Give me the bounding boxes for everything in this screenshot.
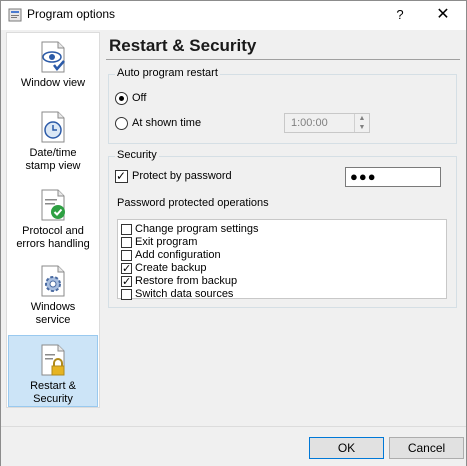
sidebar-item-label: Protocol and errors handling [16, 225, 90, 250]
protected-operations-label: Password protected operations [117, 197, 269, 209]
service-gear-icon [41, 265, 65, 297]
window-title: Program options [27, 7, 116, 21]
options-sidebar: Window view Date/time stamp view Protoco… [6, 32, 100, 408]
restart-off-radio[interactable] [115, 92, 128, 105]
checkmark-icon: ✓ [116, 169, 127, 183]
sidebar-item-label: Window view [20, 77, 86, 89]
password-field[interactable]: ●●● [345, 167, 441, 187]
operation-label: Create backup [135, 262, 207, 274]
security-group-label: Security [115, 149, 159, 161]
operation-label: Change program settings [135, 223, 259, 235]
app-icon [8, 8, 22, 22]
help-button[interactable]: ? [386, 1, 414, 29]
operation-label: Exit program [135, 236, 198, 248]
window-view-icon [41, 41, 65, 73]
restart-at-time-label[interactable]: At shown time [132, 117, 201, 129]
list-item[interactable]: Switch data sources [121, 288, 441, 302]
operation-checkbox[interactable] [121, 250, 132, 261]
title-bar: Program options ? ✕ [1, 1, 466, 30]
restart-off-label[interactable]: Off [132, 92, 146, 104]
operation-checkbox[interactable]: ✓ [121, 276, 132, 288]
sidebar-item-protocol-errors[interactable]: Protocol and errors handling [8, 189, 98, 253]
sidebar-item-windows-service[interactable]: Windows service [8, 265, 98, 327]
clock-document-icon [41, 111, 65, 143]
spin-up-icon[interactable]: ▲ [355, 114, 369, 123]
program-options-window: Program options ? ✕ Window view Date/tim… [0, 0, 467, 466]
page-title: Restart & Security [109, 36, 257, 55]
cancel-button[interactable]: Cancel [389, 437, 464, 459]
operation-checkbox[interactable] [121, 237, 132, 248]
operation-checkbox[interactable]: ✓ [121, 263, 132, 275]
auto-restart-group-label: Auto program restart [115, 67, 220, 79]
spin-down-icon[interactable]: ▼ [355, 123, 369, 132]
protected-operations-list: Change program settings Exit program Add… [117, 219, 447, 302]
checkmark-icon: ✓ [122, 276, 132, 288]
lock-document-icon [41, 344, 65, 376]
time-spinner[interactable]: ▲ ▼ [354, 114, 369, 132]
sidebar-item-window-view[interactable]: Window view [8, 41, 98, 101]
dialog-button-bar: OK Cancel [1, 426, 466, 466]
operation-label: Add configuration [135, 249, 221, 261]
sidebar-item-label: Windows service [30, 301, 76, 326]
ok-button[interactable]: OK [309, 437, 384, 459]
operation-label: Restore from backup [135, 275, 238, 287]
restart-time-input[interactable]: 1:00:00 ▲ ▼ [284, 113, 370, 133]
protocol-check-icon [41, 189, 65, 221]
security-group: Security ✓ Protect by password ●●● Passw… [108, 149, 457, 308]
title-divider [106, 59, 460, 60]
sidebar-item-label: Date/time stamp view [25, 147, 81, 172]
auto-restart-group: Auto program restart Off At shown time 1… [108, 67, 457, 144]
operation-checkbox[interactable] [121, 224, 132, 235]
protect-by-password-label[interactable]: Protect by password [132, 170, 232, 182]
operation-label: Switch data sources [135, 288, 234, 300]
protect-by-password-checkbox[interactable]: ✓ [115, 169, 128, 183]
restart-time-value: 1:00:00 [291, 117, 328, 129]
sidebar-item-restart-security[interactable]: Restart & Security [8, 335, 98, 407]
operation-checkbox[interactable] [121, 289, 132, 300]
restart-at-time-radio[interactable] [115, 117, 128, 130]
close-button[interactable]: ✕ [429, 1, 457, 29]
sidebar-item-datetime-stamp[interactable]: Date/time stamp view [8, 111, 98, 175]
sidebar-item-label: Restart & Security [30, 380, 76, 405]
settings-panel: Restart & Security Auto program restart … [106, 32, 460, 412]
